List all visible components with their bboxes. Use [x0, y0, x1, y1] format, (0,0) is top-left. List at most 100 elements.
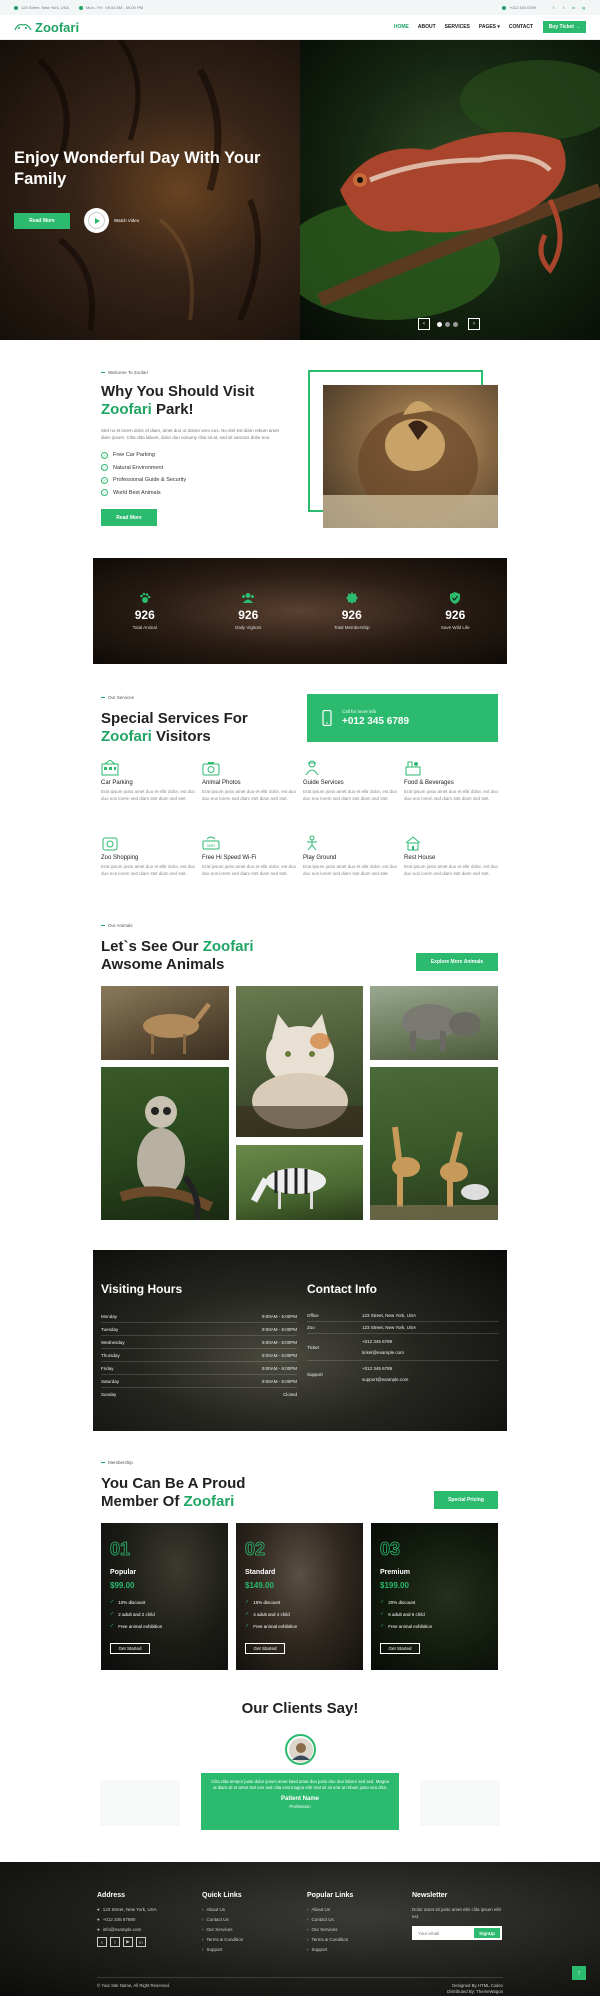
- contact-row: Support +012 345 6789 support@example.com: [307, 1361, 499, 1387]
- footer-link[interactable]: › Contact Us: [307, 1917, 402, 1922]
- footer-link[interactable]: › Support: [307, 1947, 402, 1952]
- lemur-photo[interactable]: [101, 1067, 229, 1220]
- animals-title: Let`s See Our Zoofari Awsome Animals: [101, 938, 361, 974]
- youtube-icon[interactable]: ▶: [123, 1937, 133, 1947]
- twitter-icon[interactable]: t: [97, 1937, 107, 1947]
- chevron-right-icon: ›: [307, 1947, 309, 1952]
- contact-key: Office: [307, 1313, 319, 1318]
- nav-home[interactable]: HOME: [394, 24, 409, 30]
- logo[interactable]: Zoofari: [14, 20, 79, 35]
- special-pricing-button[interactable]: Special Pricing: [434, 1491, 498, 1509]
- services-title: Special Services For Zoofari Visitors: [101, 710, 321, 746]
- service-title: Car Parking: [101, 780, 133, 786]
- distributed-by[interactable]: Distributed By: ThemeWagon: [447, 1989, 503, 1994]
- twitter-icon[interactable]: t: [561, 5, 566, 10]
- feature-label: Natural Environment: [113, 464, 164, 471]
- animals-title-c: Awsome Animals: [101, 956, 225, 973]
- footer-link-label: Support: [311, 1947, 328, 1952]
- service-desc: Erat ipsum justo amet duo et elitr dolor…: [202, 789, 297, 801]
- zebra-photo[interactable]: [236, 1145, 363, 1220]
- hours-time: Closed: [282, 1392, 297, 1397]
- get-started-button[interactable]: Get Started: [380, 1643, 420, 1654]
- carousel-dot[interactable]: [437, 322, 442, 327]
- deer-photo[interactable]: [101, 986, 229, 1060]
- plan-feature: 6 adult and 6 child: [380, 1611, 432, 1617]
- buy-ticket-button[interactable]: Buy Ticket →: [543, 21, 586, 33]
- back-to-top-button[interactable]: ↑: [572, 1966, 586, 1980]
- service-title: Food & Beverages: [404, 780, 454, 786]
- rest-icon: [405, 836, 421, 851]
- facebook-icon[interactable]: f: [551, 5, 556, 10]
- contact-value: ticket@example.com: [362, 1350, 404, 1355]
- newsletter-signup-button[interactable]: SignUp: [474, 1928, 500, 1938]
- footer-link[interactable]: › Our Services: [307, 1927, 402, 1932]
- membership-header: Membership You Can Be A Proud Member Of …: [101, 1460, 361, 1511]
- footer-link[interactable]: › Contact Us: [202, 1917, 297, 1922]
- contact-key: Support: [307, 1371, 323, 1377]
- linkedin-icon[interactable]: in: [571, 5, 576, 10]
- services-title-c: Visitors: [151, 728, 211, 745]
- footer-email-text: info@example.com: [102, 1927, 142, 1932]
- call-label: Call for more info: [342, 709, 377, 714]
- nav-services[interactable]: SERVICES: [445, 24, 470, 30]
- call-box[interactable]: Call for more info +012 345 6789: [307, 694, 498, 742]
- service-title: Play Ground: [303, 855, 337, 861]
- explore-animals-button[interactable]: Explore More Animals: [416, 953, 498, 971]
- animals-title-b: Zoofari: [202, 938, 254, 955]
- testimonial-title: Our Clients Say!: [241, 1700, 359, 1717]
- footer-newsletter-title: Newsletter: [412, 1892, 448, 1899]
- get-started-button[interactable]: Get Started: [245, 1643, 285, 1654]
- contact-row: Ticket +012 345 6789 ticket@example.com: [307, 1334, 499, 1361]
- plan-features: 10% discount 2 adult and 2 child Free an…: [110, 1599, 162, 1635]
- footer-link[interactable]: › About Us: [202, 1907, 297, 1912]
- carousel-next-button[interactable]: ›: [468, 318, 480, 330]
- cat-shape: [236, 1014, 363, 1137]
- footer-link[interactable]: › About Us: [307, 1907, 402, 1912]
- footer-link[interactable]: › Our Services: [202, 1927, 297, 1932]
- footer-link[interactable]: › Terms & Condition: [202, 1937, 297, 1942]
- newsletter-email-input[interactable]: [414, 1930, 474, 1936]
- service-desc: Erat ipsum justo amet duo et elitr dolor…: [101, 864, 196, 876]
- hero-title: Enjoy Wonderful Day With Your Family: [14, 149, 261, 188]
- nav-contact[interactable]: CONTACT: [509, 24, 533, 30]
- giraffe-photo[interactable]: [370, 1067, 498, 1220]
- contact-row: Office 123 Street, New York, USA: [307, 1310, 499, 1322]
- nav-pages-dropdown[interactable]: PAGES ▾: [479, 24, 500, 30]
- check-icon: ✓: [101, 464, 108, 472]
- about-read-more-button[interactable]: Read More: [101, 509, 157, 526]
- hours-row: Saturday 9:00AM - 6:00PM: [101, 1375, 297, 1388]
- plan-card-popular: 01 Popular $99.00 10% discount 2 adult a…: [101, 1523, 228, 1670]
- play-video-button[interactable]: [84, 208, 109, 233]
- designed-by[interactable]: Designed By HTML Codex: [452, 1983, 503, 1988]
- hero-read-more-button[interactable]: Read More: [14, 213, 70, 229]
- linkedin-icon[interactable]: in: [136, 1937, 146, 1947]
- carousel-dot[interactable]: [445, 322, 450, 327]
- contact-list: Office 123 Street, New York, USA Zoo 123 S…: [307, 1310, 499, 1387]
- counter-number: 926: [134, 608, 155, 622]
- nav-about[interactable]: ABOUT: [418, 24, 436, 30]
- carousel-prev-button[interactable]: ‹: [418, 318, 430, 330]
- testimonial-side-left: [100, 1780, 180, 1826]
- elephant-photo[interactable]: [370, 986, 498, 1060]
- get-started-button[interactable]: Get Started: [110, 1643, 150, 1654]
- footer-link[interactable]: › Support: [202, 1947, 297, 1952]
- arrow-up-icon: ↑: [577, 1969, 581, 1977]
- plan-card-premium: 03 Premium $199.00 20% discount 6 adult …: [371, 1523, 498, 1670]
- carousel-dot[interactable]: [453, 322, 458, 327]
- footer-quick-links: Quick Links › About Us › Contact Us › Our S…: [202, 1892, 297, 1957]
- service-item: Guide Services Erat ipsum justo amet duo…: [303, 760, 403, 802]
- instagram-icon[interactable]: ig: [581, 5, 586, 10]
- tiger-image: [0, 40, 300, 340]
- hours-time: 9:00AM - 6:00PM: [261, 1313, 297, 1319]
- service-item: Animal Photos Erat ipsum justo amet duo …: [202, 760, 302, 802]
- services-tag: Our Services: [101, 695, 321, 700]
- tiger-stripes: [0, 40, 300, 340]
- chevron-right-icon: ›: [307, 1907, 309, 1912]
- facebook-icon[interactable]: f: [110, 1937, 120, 1947]
- chevron-right-icon: ›: [307, 1937, 309, 1942]
- footer-address: Address ● 123 Street, New York, USA ● +012…: [97, 1892, 192, 1947]
- cat-photo[interactable]: [236, 986, 363, 1137]
- counter-item: 926 Total Animal: [105, 592, 185, 630]
- plan-feature: 15% discount: [245, 1599, 297, 1605]
- footer-link[interactable]: › Terms & Condition: [307, 1937, 402, 1942]
